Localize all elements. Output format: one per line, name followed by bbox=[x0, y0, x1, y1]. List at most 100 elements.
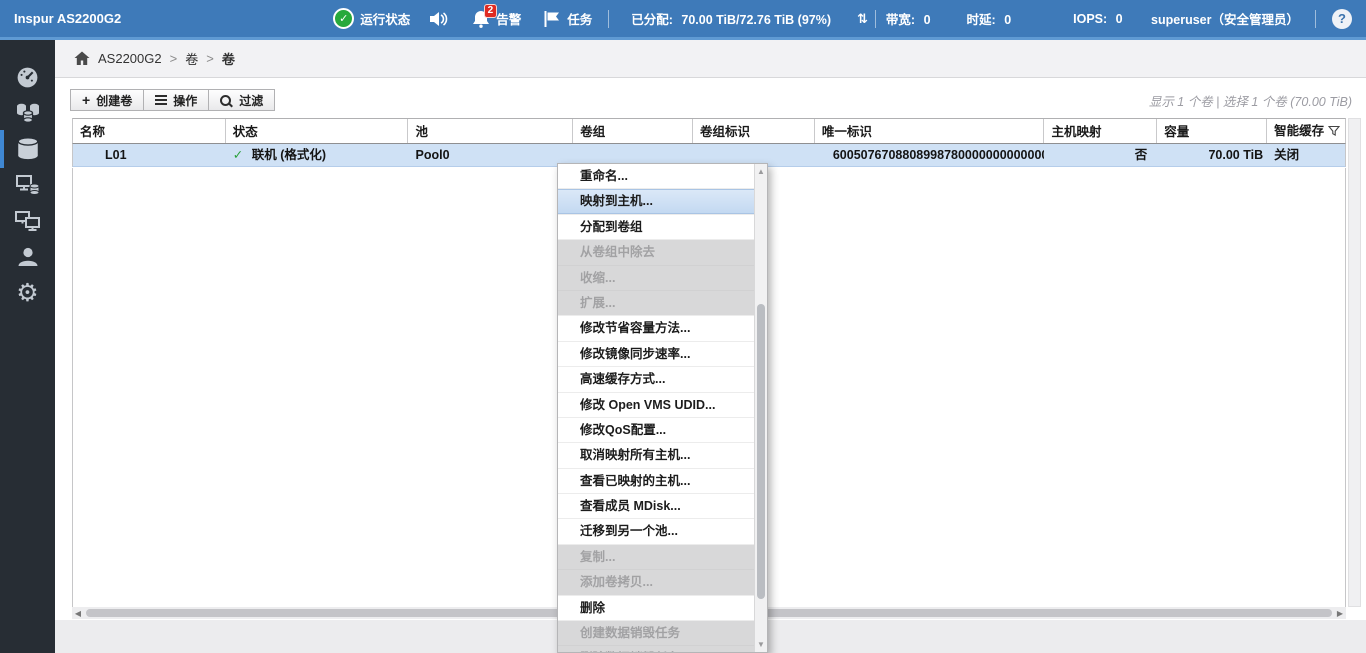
sidebar-item-volumes[interactable] bbox=[0, 134, 55, 164]
volume-count-summary: 显示 1 个卷 | 选择 1 个卷 (70.00 TiB) bbox=[1149, 91, 1352, 110]
sidebar-item-settings[interactable]: ⚙ bbox=[0, 278, 55, 308]
alerts-bell-icon[interactable]: 2 bbox=[472, 10, 490, 28]
column-header-pool[interactable]: 池 bbox=[408, 119, 573, 143]
menu-item-view-mapped-hosts[interactable]: 查看已映射的主机... bbox=[558, 468, 754, 493]
scroll-down-icon[interactable]: ▼ bbox=[755, 640, 767, 649]
topbar-divider bbox=[608, 10, 609, 28]
app-title: Inspur AS2200G2 bbox=[14, 11, 121, 26]
column-header-name[interactable]: 名称 bbox=[73, 119, 226, 143]
column-header-status[interactable]: 状态 bbox=[226, 119, 409, 143]
menu-item-assign-to-volume-group[interactable]: 分配到卷组 bbox=[558, 214, 754, 239]
tasks-label[interactable]: 任务 bbox=[567, 9, 592, 28]
breadcrumb-current: 卷 bbox=[222, 49, 235, 68]
row-smart-cache: 关闭 bbox=[1267, 144, 1345, 166]
search-icon bbox=[220, 95, 231, 106]
menu-item-rename[interactable]: 重命名... bbox=[558, 164, 754, 188]
actions-button[interactable]: 操作 bbox=[143, 89, 209, 111]
menu-item-delete[interactable]: 删除 bbox=[558, 595, 754, 620]
column-header-volume-group-id[interactable]: 卷组标识 bbox=[693, 119, 815, 143]
scroll-up-icon[interactable]: ▲ bbox=[755, 167, 767, 176]
menu-item-map-to-host[interactable]: 映射到主机... bbox=[558, 188, 754, 213]
volumes-table: 名称 状态 池 卷组 卷组标识 唯一标识 主机映射 容量 智能缓存 L01 ✓ bbox=[72, 118, 1346, 167]
home-icon[interactable] bbox=[74, 51, 90, 66]
audio-alert-icon[interactable] bbox=[428, 11, 448, 27]
table-header-row: 名称 状态 池 卷组 卷组标识 唯一标识 主机映射 容量 智能缓存 bbox=[72, 118, 1346, 144]
iops-value: 0 bbox=[1116, 12, 1123, 26]
column-header-uid[interactable]: 唯一标识 bbox=[815, 119, 1045, 143]
create-volume-label: 创建卷 bbox=[96, 92, 132, 109]
bandwidth-value: 0 bbox=[924, 13, 931, 27]
filter-button[interactable]: 过滤 bbox=[208, 89, 275, 111]
throughput-arrows-icon: ⇅ bbox=[857, 11, 868, 27]
menu-item-modify-mirror-sync-rate[interactable]: 修改镜像同步速率... bbox=[558, 341, 754, 366]
row-name: L01 bbox=[73, 144, 226, 166]
menu-item-modify-open-vms-udid[interactable]: 修改 Open VMS UDID... bbox=[558, 392, 754, 417]
row-pool: Pool0 bbox=[409, 144, 574, 166]
vertical-scrollbar[interactable] bbox=[1348, 118, 1361, 607]
column-header-volume-group[interactable]: 卷组 bbox=[573, 119, 693, 143]
health-status-icon: ✓ bbox=[333, 8, 354, 29]
menu-item-create-data-destroy-task: 创建数据销毁任务 bbox=[558, 620, 754, 645]
alerts-count-badge: 2 bbox=[484, 4, 498, 18]
filter-funnel-icon[interactable] bbox=[1328, 125, 1340, 137]
app-window: Inspur AS2200G2 ✓ 运行状态 2 告警 任务 bbox=[0, 0, 1366, 653]
sidebar-item-host-mapping[interactable] bbox=[0, 170, 55, 200]
breadcrumb-volumes[interactable]: 卷 bbox=[185, 49, 198, 68]
context-menu-scroll-thumb[interactable] bbox=[757, 304, 765, 599]
menu-item-modify-capacity-savings[interactable]: 修改节省容量方法... bbox=[558, 315, 754, 340]
help-icon[interactable]: ? bbox=[1332, 9, 1352, 29]
health-status-label[interactable]: 运行状态 bbox=[360, 9, 410, 28]
allocated-label: 已分配: bbox=[631, 13, 673, 27]
topbar-divider bbox=[875, 10, 876, 28]
menu-item-delete-data-destroy-task: 删除数据销毁任务 bbox=[558, 645, 754, 653]
row-host-mapping: 否 bbox=[1044, 144, 1157, 166]
tasks-flag-icon[interactable] bbox=[543, 10, 561, 28]
sidebar-item-hosts[interactable] bbox=[0, 206, 55, 236]
menu-item-remove-from-volume-group: 从卷组中除去 bbox=[558, 239, 754, 264]
toolbar: + 创建卷 操作 过滤 bbox=[70, 89, 275, 111]
context-menu-list: 重命名... 映射到主机... 分配到卷组 从卷组中除去 收缩... 扩展...… bbox=[558, 164, 754, 653]
menu-item-add-volume-copy: 添加卷拷贝... bbox=[558, 569, 754, 594]
breadcrumb-separator: > bbox=[170, 51, 178, 66]
breadcrumb-root[interactable]: AS2200G2 bbox=[98, 51, 162, 66]
users-icon bbox=[16, 245, 40, 269]
column-header-capacity[interactable]: 容量 bbox=[1157, 119, 1267, 143]
plus-icon: + bbox=[82, 93, 90, 107]
actions-list-icon bbox=[155, 95, 167, 105]
volumes-icon bbox=[15, 136, 41, 162]
row-capacity: 70.00 TiB bbox=[1157, 144, 1267, 166]
allocated-capacity: 已分配: 70.00 TiB/72.76 TiB (97%) bbox=[631, 9, 831, 28]
breadcrumb-bar: AS2200G2 > 卷 > 卷 bbox=[55, 40, 1366, 78]
filter-label: 过滤 bbox=[239, 92, 263, 109]
menu-item-modify-qos[interactable]: 修改QoS配置... bbox=[558, 417, 754, 442]
latency-value: 0 bbox=[1004, 13, 1011, 27]
sidebar-item-users[interactable] bbox=[0, 242, 55, 272]
pools-icon bbox=[15, 101, 41, 125]
menu-item-unmap-all-hosts[interactable]: 取消映射所有主机... bbox=[558, 442, 754, 467]
user-menu[interactable]: superuser（安全管理员） bbox=[1151, 9, 1299, 28]
sidebar-item-pools[interactable] bbox=[0, 98, 55, 128]
iops-label: IOPS: bbox=[1073, 12, 1107, 26]
column-header-smart-cache[interactable]: 智能缓存 bbox=[1267, 119, 1345, 143]
menu-item-view-member-mdisks[interactable]: 查看成员 MDisk... bbox=[558, 493, 754, 518]
settings-gear-icon: ⚙ bbox=[16, 281, 38, 306]
create-volume-button[interactable]: + 创建卷 bbox=[70, 89, 144, 111]
top-bar: Inspur AS2200G2 ✓ 运行状态 2 告警 任务 bbox=[0, 0, 1366, 40]
bandwidth-label: 带宽: bbox=[886, 13, 915, 27]
sidebar-item-dashboard[interactable] bbox=[0, 62, 55, 92]
left-nav-sidebar: ⚙ bbox=[0, 40, 55, 653]
actions-label: 操作 bbox=[173, 92, 197, 109]
latency-stat: 时延: 0 bbox=[967, 9, 1012, 28]
context-menu-scrollbar[interactable]: ▲ ▼ bbox=[754, 164, 767, 652]
menu-item-cache-mode[interactable]: 高速缓存方式... bbox=[558, 366, 754, 391]
menu-item-migrate-to-another-pool[interactable]: 迁移到另一个池... bbox=[558, 518, 754, 543]
scroll-right-icon[interactable]: ▶ bbox=[1334, 609, 1346, 618]
scroll-left-icon[interactable]: ◀ bbox=[72, 609, 84, 618]
iops-stat: IOPS: 0 bbox=[1073, 12, 1122, 26]
menu-item-shrink: 收缩... bbox=[558, 265, 754, 290]
column-header-host-mapping[interactable]: 主机映射 bbox=[1044, 119, 1157, 143]
topbar-divider bbox=[1315, 10, 1316, 28]
alerts-label[interactable]: 告警 bbox=[496, 9, 521, 28]
breadcrumb-separator: > bbox=[206, 51, 214, 66]
host-mapping-icon bbox=[15, 173, 41, 197]
